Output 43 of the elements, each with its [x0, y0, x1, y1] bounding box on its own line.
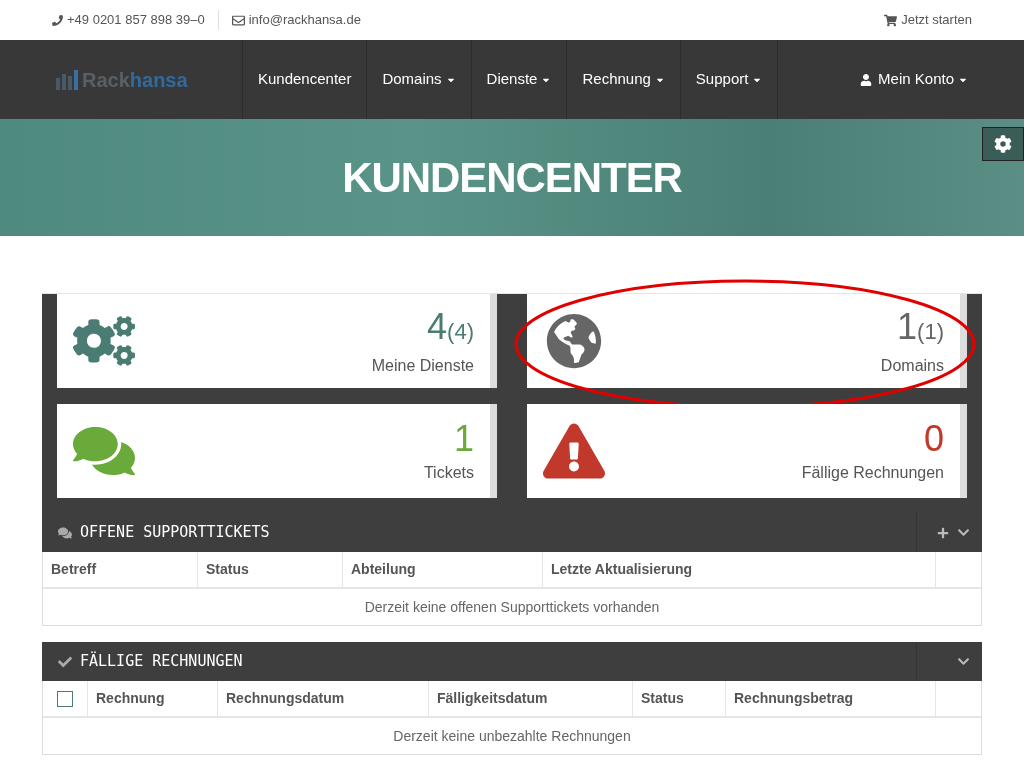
start-link[interactable]: Jetzt starten: [901, 10, 972, 30]
settings-button[interactable]: [982, 127, 1024, 161]
stat-count: 1(1): [897, 304, 944, 349]
stat-count: 1: [453, 417, 474, 461]
page-title: KUNDENCENTER: [342, 153, 682, 203]
stat-card[interactable]: 0 Fällige Rechnungen: [527, 404, 967, 498]
stat-label: Domains: [880, 355, 944, 376]
stat-card[interactable]: 1 Tickets: [57, 404, 497, 498]
email-icon: [231, 13, 245, 27]
logo-bars-icon: [56, 69, 78, 90]
stat-label: Tickets: [423, 463, 474, 483]
check-icon: [58, 654, 72, 669]
panel-title: FÄLLIGE RECHNUNGEN: [80, 650, 243, 673]
column-header[interactable]: Abteilung: [351, 559, 416, 580]
cart-icon: [884, 13, 898, 27]
column-header[interactable]: Betreff: [51, 559, 97, 580]
stat-count: 4(4): [427, 304, 474, 349]
empty-message: Derzeit keine unbezahlte Rechnungen: [393, 726, 631, 746]
phone-number: +49 0201 857 898 39–0: [67, 11, 205, 30]
column-header[interactable]: Rechnung: [96, 688, 165, 709]
user-icon: [860, 73, 873, 86]
chat-icon: [58, 525, 72, 540]
settings-icon: [994, 135, 1012, 153]
column-header[interactable]: Fälligkeitsdatum: [437, 688, 548, 709]
empty-message: Derzeit keine offenen Supporttickets vorhanden: [364, 597, 660, 617]
account-menu[interactable]: Mein Konto: [860, 40, 968, 119]
email-link[interactable]: info@rackhansa.de: [248, 10, 361, 30]
stat-count: 0: [923, 417, 944, 461]
column-header[interactable]: Status: [641, 688, 684, 709]
collapse-icon[interactable]: [957, 526, 970, 539]
stat-label: Meine Dienste: [371, 355, 474, 376]
column-header[interactable]: Status: [206, 559, 249, 580]
stat-card[interactable]: 1(1) Domains: [527, 294, 967, 388]
stat-label: Fällige Rechnungen: [801, 463, 944, 483]
stat-card[interactable]: 4(4) Meine Dienste: [57, 294, 497, 388]
select-all-checkbox[interactable]: [57, 690, 73, 707]
add-icon[interactable]: [937, 526, 949, 539]
column-header[interactable]: Rechnungsbetrag: [734, 688, 853, 709]
panel-title: OFFENE SUPPORTTICKETS: [80, 522, 270, 544]
phone-icon: [52, 14, 63, 26]
column-header[interactable]: Letzte Aktualisierung: [551, 559, 693, 580]
collapse-icon[interactable]: [957, 655, 970, 668]
column-header[interactable]: Rechnungsdatum: [226, 688, 345, 709]
